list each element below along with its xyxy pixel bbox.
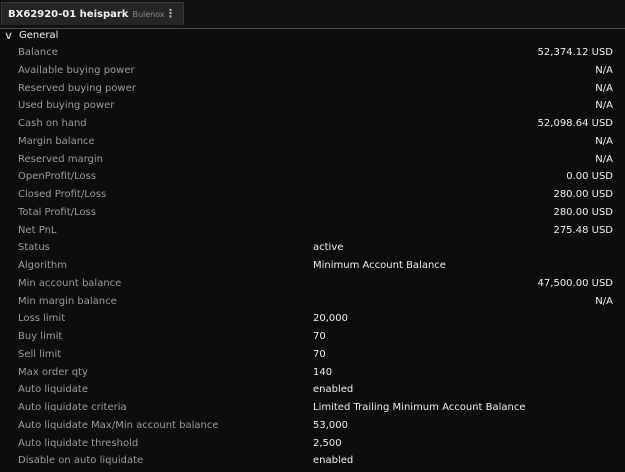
property-numeric-value: 52,098.64 USD [537,118,613,129]
property-numeric-value: N/A [595,295,613,307]
property-row: Available buying power N/A [0,62,625,80]
property-label: Reserved margin [18,153,103,165]
property-row: Reserved margin N/A [0,151,625,169]
property-numeric-value: N/A [595,82,613,94]
property-label: Closed Profit/Loss [18,189,107,200]
account-tab-broker: Bulenox [132,9,165,19]
property-label: Auto liquidate [18,384,88,396]
tab-bar: BX62920-01 heispark Bulenox ⋮ [0,0,625,29]
property-row: Used buying power N/A [0,97,625,115]
property-label: Total Profit/Loss [18,206,96,218]
property-label: Auto liquidate Max/Min account balance [18,419,219,431]
property-text-value: active [313,242,344,254]
property-row: Algorithm Minimum Account Balance [0,257,625,275]
property-row: Min margin balance N/A [0,293,625,311]
property-label: Available buying power [18,64,135,76]
property-numeric-value: N/A [595,64,613,76]
property-label: Used buying power [18,100,115,112]
property-row: Margin balance N/A [0,133,625,151]
property-row: OpenProfit/Loss 0.00 USD [0,168,625,186]
property-label: Cash on hand [18,118,87,129]
property-row: Loss limit 20,000 [0,310,625,328]
property-label: Auto liquidate threshold [18,437,139,449]
property-row: Closed Profit/Loss 280.00 USD [0,186,625,204]
property-label: Min account balance [18,277,122,289]
property-row: Cash on hand 52,098.64 USD [0,115,625,133]
property-text-value: enabled [313,384,354,396]
property-row: Auto liquidate enabled [0,381,625,399]
property-text-value: 70 [313,348,326,360]
property-text-value: 20,000 [313,313,348,325]
property-label: Disable on auto liquidate [18,455,144,467]
property-label: Status [18,242,50,254]
property-text-value: enabled [313,455,354,467]
property-row: Sell limit 70 [0,346,625,364]
property-label: Auto liquidate criteria [18,402,127,413]
property-row: Auto liquidate threshold 2,500 [0,435,625,453]
property-text-value: 140 [313,366,333,378]
section-general-header[interactable]: ∨ General [0,28,625,43]
account-tab-title: BX62920-01 heispark [8,8,129,20]
property-numeric-value: 52,374.12 USD [537,47,613,58]
kebab-menu-icon[interactable]: ⋮ [165,7,176,20]
property-label: Loss limit [18,313,66,325]
property-row: Status active [0,239,625,257]
property-label: Algorithm [18,260,67,271]
account-tab[interactable]: BX62920-01 heispark Bulenox ⋮ [1,2,184,25]
property-row: Balance 52,374.12 USD [0,44,625,62]
property-text-value: Minimum Account Balance [313,260,446,271]
property-row: Buy limit 70 [0,328,625,346]
property-row: Net PnL 275.48 USD [0,222,625,240]
section-label: General [19,30,59,41]
property-text-value: Limited Trailing Minimum Account Balance [313,402,526,413]
property-label: Min margin balance [18,295,117,307]
properties-list: Balance 52,374.12 USD Available buying pow… [0,44,625,470]
property-label: OpenProfit/Loss [18,171,97,183]
property-numeric-value: 280.00 USD [553,189,613,200]
property-row: Min account balance 47,500.00 USD [0,275,625,293]
property-row: Max order qty 140 [0,364,625,382]
property-row: Auto liquidate criteria Limited Trailing … [0,399,625,417]
property-numeric-value: 275.48 USD [553,224,613,236]
property-text-value: 2,500 [313,437,342,449]
property-label: Margin balance [18,135,95,147]
property-numeric-value: N/A [595,100,613,112]
property-label: Sell limit [18,348,62,360]
property-numeric-value: N/A [595,135,613,147]
property-numeric-value: 47,500.00 USD [537,277,613,289]
property-row: Disable on auto liquidate enabled [0,452,625,470]
chevron-down-icon[interactable]: ∨ [4,29,18,42]
property-label: Buy limit [18,331,63,342]
property-label: Net PnL [18,224,57,236]
property-text-value: 70 [313,331,326,342]
property-numeric-value: 0.00 USD [566,171,613,183]
property-numeric-value: N/A [595,153,613,165]
property-label: Max order qty [18,366,88,378]
property-label: Reserved buying power [18,82,136,94]
property-row: Reserved buying power N/A [0,80,625,98]
property-row: Total Profit/Loss 280.00 USD [0,204,625,222]
property-numeric-value: 280.00 USD [553,206,613,218]
property-text-value: 53,000 [313,419,348,431]
property-row: Auto liquidate Max/Min account balance 53… [0,417,625,435]
property-label: Balance [18,47,58,58]
